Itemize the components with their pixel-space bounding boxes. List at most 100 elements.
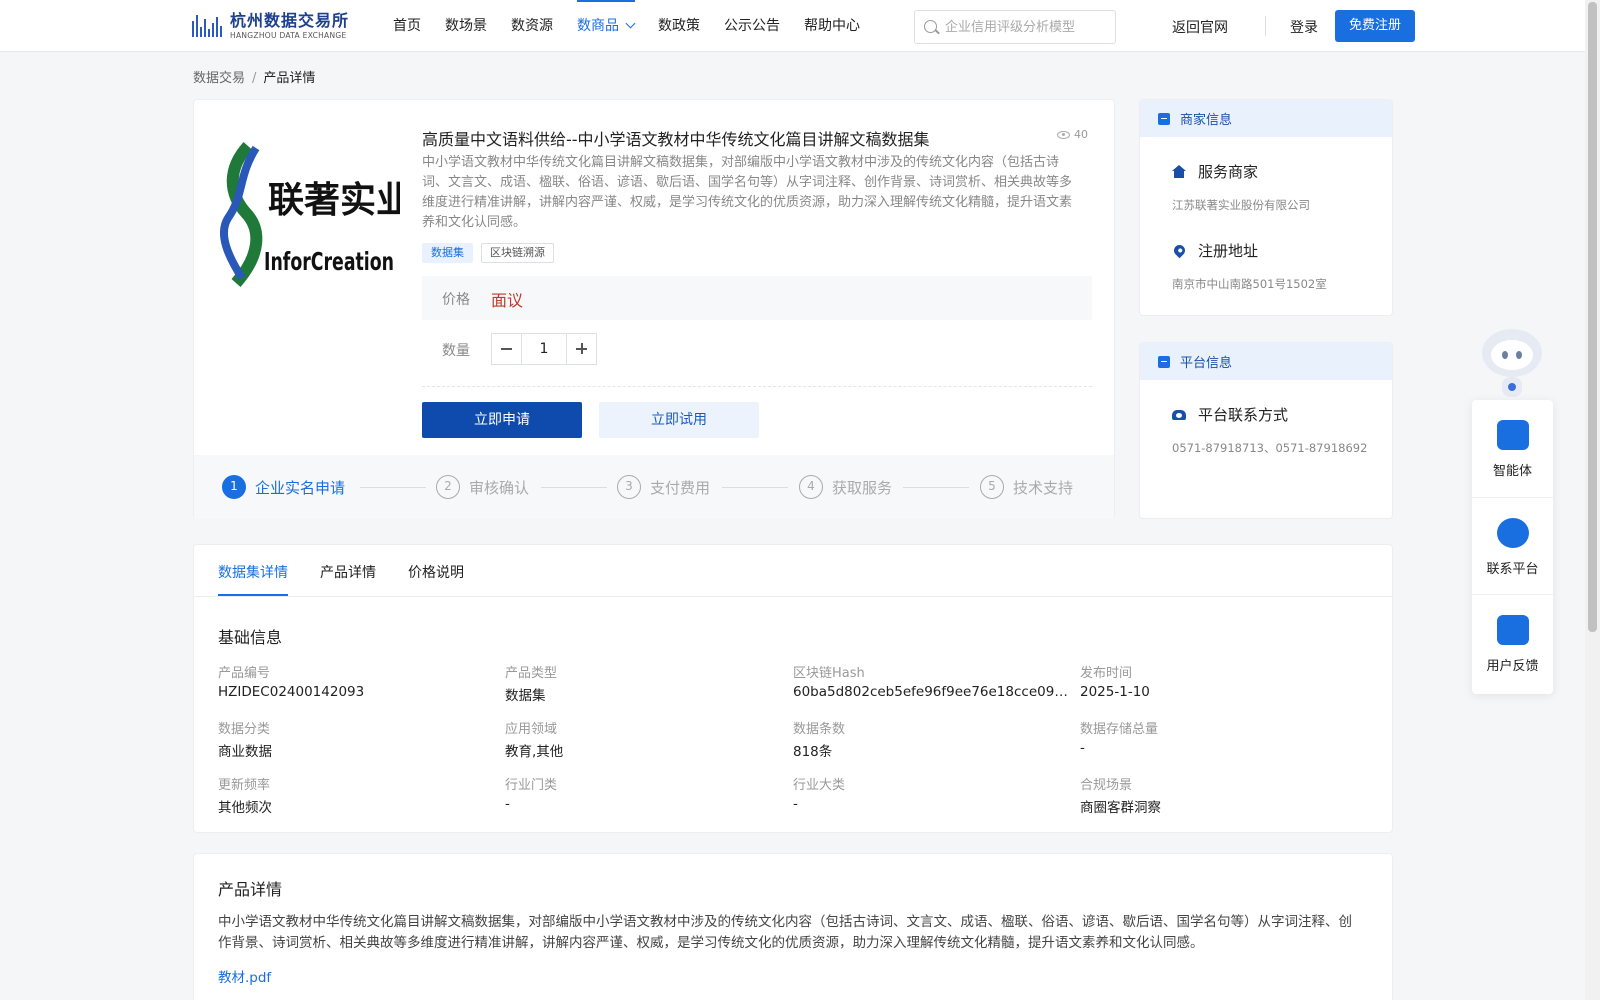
- home-icon: [1172, 164, 1186, 179]
- tag-dataset: 数据集: [422, 243, 473, 263]
- step-4: 4 获取服务: [799, 475, 892, 499]
- robot-assistant-icon[interactable]: [1473, 325, 1551, 400]
- field-label: 数据分类: [218, 722, 271, 737]
- logo-title: 杭州数据交易所: [230, 10, 350, 30]
- nav-scenarios[interactable]: 数场景: [445, 0, 487, 52]
- process-steps: 1 企业实名申请 2 审核确认 3 支付费用 4 获取服务 5 技术支持: [194, 455, 1114, 519]
- breadcrumb: 数据交易 / 产品详情: [193, 67, 315, 86]
- product-card: 联著实业 InforCreation 高质量中文语料供给--中小学语文教材中华传…: [193, 99, 1115, 519]
- step-1-label: 企业实名申请: [255, 478, 346, 497]
- step-5-number: 5: [980, 475, 1004, 499]
- step-3-number: 3: [617, 475, 641, 499]
- nav-products[interactable]: 数商品: [577, 0, 636, 52]
- merchant-info-title: 商家信息: [1180, 113, 1233, 128]
- nav-policy[interactable]: 数政策: [658, 0, 700, 52]
- nav-products-label: 数商品: [577, 18, 619, 34]
- info-card-icon: [1158, 112, 1170, 125]
- step-2-label: 审核确认: [469, 478, 530, 497]
- field-value: 60ba5d802ceb5efe96f9ee76e18cce09610...: [793, 684, 1073, 700]
- view-count-value: 40: [1074, 128, 1088, 141]
- field-label: 行业大类: [793, 778, 846, 793]
- floating-side-panel: 智能体 联系平台 用户反馈: [1472, 400, 1553, 694]
- field-value: 商业数据: [218, 744, 272, 760]
- back-to-official-link[interactable]: 返回官网: [1172, 17, 1228, 37]
- platform-info-header: 平台信息: [1140, 343, 1392, 380]
- try-now-button[interactable]: 立即试用: [599, 402, 759, 438]
- decrement-button[interactable]: [492, 334, 522, 364]
- tab-pricing[interactable]: 价格说明: [408, 562, 464, 582]
- location-pin-icon: [1171, 242, 1187, 259]
- product-detail-text: 中小学语文教材中华传统文化篇目讲解文稿数据集，对部编版中小学语文教材中涉及的传统…: [218, 914, 1352, 951]
- register-button[interactable]: 免费注册: [1335, 10, 1415, 42]
- field-value: 818条: [793, 744, 833, 760]
- registered-address-value: 南京市中山南路501号1502室: [1172, 277, 1327, 291]
- quantity-stepper: 1: [491, 333, 597, 365]
- apply-now-button[interactable]: 立即申请: [422, 402, 582, 438]
- agent-icon: [1497, 420, 1529, 450]
- attachment-link[interactable]: 教材.pdf: [218, 966, 271, 986]
- float-contact-label: 联系平台: [1486, 562, 1539, 577]
- tab-product-details[interactable]: 产品详情: [320, 562, 376, 582]
- platform-info-card: 平台信息 平台联系方式 0571-87918713、0571-87918692: [1139, 342, 1393, 519]
- nav-help[interactable]: 帮助中心: [804, 0, 860, 52]
- eye-icon: [1057, 130, 1070, 139]
- field-value: -: [793, 796, 798, 812]
- main-nav: 首页 数场景 数资源 数商品 数政策 公示公告 帮助中心: [393, 0, 884, 52]
- step-2: 2 审核确认: [436, 475, 529, 499]
- product-logo-en: InforCreation: [264, 247, 394, 276]
- feedback-icon: [1497, 615, 1529, 645]
- product-title: 高质量中文语料供给--中小学语文教材中华传统文化篇目讲解文稿数据集: [422, 130, 930, 149]
- info-card-icon: [1158, 355, 1170, 368]
- minus-icon: [501, 348, 512, 350]
- step-5: 5 技术支持: [980, 475, 1073, 499]
- view-count: 40: [1057, 128, 1088, 141]
- field-value: 2025-1-10: [1080, 684, 1150, 700]
- nav-home[interactable]: 首页: [393, 0, 421, 52]
- step-2-number: 2: [436, 475, 460, 499]
- float-feedback-label: 用户反馈: [1486, 659, 1539, 674]
- step-connector: [722, 487, 788, 488]
- float-feedback[interactable]: 用户反馈: [1472, 594, 1553, 691]
- dataset-detail-card: 数据集详情 产品详情 价格说明 基础信息 产品编号 HZIDEC02400142…: [193, 544, 1393, 833]
- logo-subtitle: HANGZHOU DATA EXCHANGE: [230, 30, 347, 40]
- float-contact[interactable]: 联系平台: [1472, 497, 1553, 594]
- field-label: 行业门类: [505, 778, 558, 793]
- tab-dataset-details[interactable]: 数据集详情: [218, 562, 288, 582]
- breadcrumb-current: 产品详情: [263, 71, 316, 86]
- breadcrumb-separator: /: [252, 71, 257, 86]
- page-scrollbar[interactable]: [1585, 0, 1600, 1000]
- exchange-logo[interactable]: 杭州数据交易所 HANGZHOU DATA EXCHANGE: [192, 10, 362, 42]
- float-agent[interactable]: 智能体: [1472, 400, 1553, 497]
- field-label: 产品编号: [218, 666, 271, 681]
- tag-blockchain: 区块链溯源: [481, 243, 554, 263]
- search-icon[interactable]: [924, 20, 937, 33]
- search-input[interactable]: [945, 15, 1110, 39]
- platform-info-title: 平台信息: [1180, 356, 1233, 371]
- step-connector: [541, 487, 607, 488]
- search-box: [914, 10, 1116, 44]
- field-label: 发布时间: [1080, 666, 1133, 681]
- field-label: 数据存储总量: [1080, 722, 1159, 737]
- quantity-input[interactable]: 1: [522, 334, 566, 364]
- step-3: 3 支付费用: [617, 475, 710, 499]
- quantity-label: 数量: [442, 343, 470, 359]
- merchant-info-header: 商家信息: [1140, 100, 1392, 137]
- login-link[interactable]: 登录: [1290, 17, 1318, 37]
- field-label: 产品类型: [505, 666, 558, 681]
- float-agent-label: 智能体: [1492, 464, 1532, 479]
- field-label: 区块链Hash: [793, 666, 865, 681]
- increment-button[interactable]: [566, 334, 596, 364]
- active-tab-indicator: [218, 594, 288, 596]
- platform-contact-row: 平台联系方式: [1172, 404, 1288, 425]
- service-merchant-row: 服务商家: [1172, 161, 1258, 182]
- nav-announcements[interactable]: 公示公告: [724, 0, 780, 52]
- nav-resources[interactable]: 数资源: [511, 0, 553, 52]
- field-label: 更新频率: [218, 778, 271, 793]
- platform-contact-value: 0571-87918713、0571-87918692: [1172, 441, 1368, 455]
- price-value: 面议: [491, 291, 524, 310]
- service-merchant-label: 服务商家: [1198, 163, 1259, 181]
- breadcrumb-parent[interactable]: 数据交易: [193, 71, 245, 86]
- registered-address-label: 注册地址: [1198, 242, 1259, 260]
- scrollbar-thumb[interactable]: [1588, 2, 1597, 632]
- product-detail-card: 产品详情 中小学语文教材中华传统文化篇目讲解文稿数据集，对部编版中小学语文教材中…: [193, 853, 1393, 1000]
